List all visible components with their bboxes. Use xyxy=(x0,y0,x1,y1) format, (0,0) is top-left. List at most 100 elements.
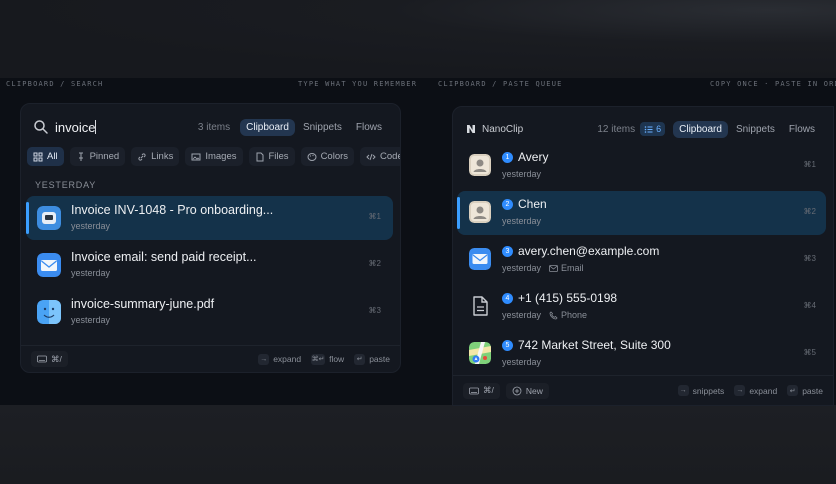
queue-item-meta: yesterday Email xyxy=(502,263,584,273)
queue-item[interactable]: 5 742 Market Street, Suite 300 yesterday… xyxy=(457,332,826,376)
palette-icon xyxy=(307,152,317,161)
queue-item-time: yesterday xyxy=(502,357,542,367)
finder-icon xyxy=(37,300,61,324)
expand-hint: → expand xyxy=(258,353,302,365)
search-bar[interactable]: invoice 3 items Clipboard Snippets Flows xyxy=(33,114,388,140)
search-input[interactable]: invoice xyxy=(55,119,97,135)
left-caption-title: CLIPBOARD / SEARCH xyxy=(6,80,104,88)
filter-code[interactable]: Code xyxy=(360,147,400,166)
code-icon xyxy=(366,153,376,160)
result-row[interactable]: invoice-summary-june.pdf yesterday ⌘3 xyxy=(26,290,393,334)
shortcut-hint: ⌘5 xyxy=(803,348,816,357)
nanoclip-logo-icon xyxy=(467,125,475,133)
filter-files[interactable]: Files xyxy=(248,147,295,166)
flow-hint: ⌘↵ flow xyxy=(311,353,345,365)
queue-item-title: Avery xyxy=(518,150,549,164)
backdrop-top xyxy=(0,0,836,78)
tab-snippets[interactable]: Snippets xyxy=(297,119,348,136)
queue-position-badge: 3 xyxy=(502,246,513,257)
section-header-yesterday: YESTERDAY xyxy=(35,180,97,190)
queue-item[interactable]: 4 +1 (415) 555-0198 yesterday Phone ⌘4 xyxy=(457,285,826,329)
result-title: Invoice email: send paid receipt... xyxy=(71,250,257,264)
queue-item-title: +1 (415) 555-0198 xyxy=(518,291,618,305)
plus-circle-icon xyxy=(512,386,522,395)
queue-position-badge: 1 xyxy=(502,152,513,163)
app-icon xyxy=(37,206,61,230)
left-caption-hint: TYPE WHAT YOU REMEMBER xyxy=(298,80,418,88)
result-row[interactable]: Invoice email: send paid receipt... yest… xyxy=(26,243,393,287)
queue-count-badge[interactable]: 6 xyxy=(640,122,666,136)
filter-colors[interactable]: Colors xyxy=(300,147,355,166)
new-button[interactable]: New xyxy=(505,382,549,399)
keyboard-shortcuts-button[interactable]: ⌘/ xyxy=(31,351,68,367)
queue-position-badge: 5 xyxy=(502,340,513,351)
queue-footer: ⌘/ New → snippets → expand ↵ paste xyxy=(453,375,833,405)
filter-pinned[interactable]: Pinned xyxy=(69,147,126,166)
source-tabs: Clipboard Snippets Flows xyxy=(671,120,821,138)
tab-clipboard[interactable]: Clipboard xyxy=(240,118,295,136)
search-icon xyxy=(34,120,48,134)
key-cap: ↵ xyxy=(354,353,366,365)
expand-hint: → expand xyxy=(734,385,778,396)
source-tabs: Clipboard Snippets Flows xyxy=(238,118,388,136)
shortcut-hint: ⌘1 xyxy=(803,160,816,169)
filter-bar: All Pinned Links Images Files Colors Cod… xyxy=(27,147,400,166)
phone-icon xyxy=(549,310,558,319)
backdrop-bottom xyxy=(0,405,836,484)
keyboard-icon xyxy=(469,387,479,394)
grid-icon xyxy=(33,152,43,161)
tab-flows[interactable]: Flows xyxy=(350,119,388,136)
queue-item-time: yesterday xyxy=(502,216,542,226)
text-caret xyxy=(95,119,97,134)
app-name: NanoClip xyxy=(482,123,524,135)
filter-links[interactable]: Links xyxy=(131,147,180,166)
search-footer: ⌘/ → expand ⌘↵ flow ↵ paste xyxy=(21,345,400,372)
tab-snippets[interactable]: Snippets xyxy=(730,121,781,138)
result-count: 3 items xyxy=(197,121,231,133)
contact-icon xyxy=(469,154,491,176)
document-icon xyxy=(473,296,488,316)
keyboard-shortcuts-button[interactable]: ⌘/ xyxy=(463,382,500,399)
result-time: yesterday xyxy=(71,315,111,325)
queue-item[interactable]: 2 Chen yesterday ⌘2 xyxy=(457,191,826,235)
result-time: yesterday xyxy=(71,221,111,231)
filter-images[interactable]: Images xyxy=(185,147,243,166)
queue-position-badge: 2 xyxy=(502,199,513,210)
queue-item[interactable]: 3 avery.chen@example.com yesterday Email… xyxy=(457,238,826,282)
link-icon xyxy=(138,152,146,161)
tab-clipboard[interactable]: Clipboard xyxy=(673,120,728,138)
snippets-hint: → snippets xyxy=(677,385,725,396)
maps-icon xyxy=(469,342,491,364)
list-icon xyxy=(644,125,653,133)
paste-hint: ↵ paste xyxy=(354,353,390,365)
key-cap: → xyxy=(734,385,746,396)
right-caption-title: CLIPBOARD / PASTE QUEUE xyxy=(438,80,563,88)
shortcut-hint: ⌘2 xyxy=(803,207,816,216)
right-caption-hint: COPY ONCE · PASTE IN ORDE xyxy=(710,80,836,88)
queue-item-meta: yesterday Phone xyxy=(502,310,588,320)
queue-item-title: Chen xyxy=(518,197,547,211)
queue-item[interactable]: 1 Avery yesterday ⌘1 xyxy=(457,144,826,188)
shortcut-hint: ⌘2 xyxy=(368,259,381,268)
queue-position-badge: 4 xyxy=(502,293,513,304)
tab-flows[interactable]: Flows xyxy=(783,121,821,138)
selection-indicator xyxy=(26,202,29,234)
shortcut-hint: ⌘3 xyxy=(368,306,381,315)
result-time: yesterday xyxy=(71,268,111,278)
shortcut-hint: ⌘3 xyxy=(803,254,816,263)
paste-hint: ↵ paste xyxy=(787,385,823,396)
shortcut-hint: ⌘1 xyxy=(368,212,381,221)
filter-all[interactable]: All xyxy=(27,147,64,166)
pin-icon xyxy=(78,152,83,161)
queue-item-title: 742 Market Street, Suite 300 xyxy=(518,338,671,352)
envelope-icon xyxy=(549,264,558,272)
image-icon xyxy=(191,153,201,160)
queue-item-title: avery.chen@example.com xyxy=(518,244,660,258)
file-icon xyxy=(256,152,263,161)
item-count: 12 items xyxy=(597,123,636,135)
queue-header: NanoClip 12 items 6 Clipboard Snippets F… xyxy=(465,119,821,139)
result-row[interactable]: Invoice INV-1048 - Pro onboarding... yes… xyxy=(26,196,393,240)
selection-indicator xyxy=(457,197,460,229)
queue-panel: NanoClip 12 items 6 Clipboard Snippets F… xyxy=(452,106,834,406)
result-title: invoice-summary-june.pdf xyxy=(71,297,215,311)
